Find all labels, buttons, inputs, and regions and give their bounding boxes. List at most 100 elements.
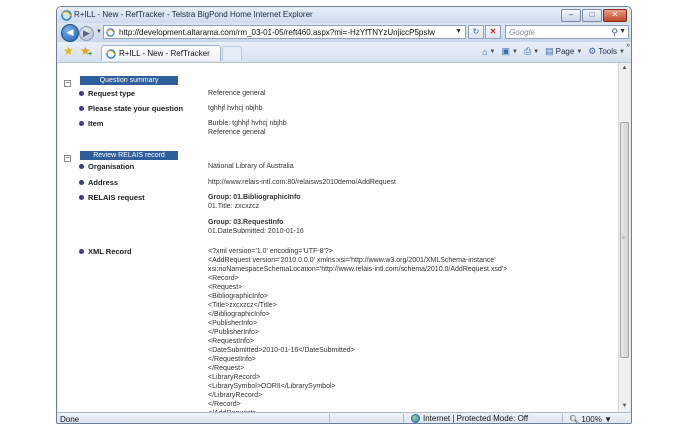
xml-line: <LibraryRecord>: [208, 374, 261, 381]
xml-line: </Request>: [208, 365, 245, 372]
search-box[interactable]: Google ⚲ ▼: [505, 25, 629, 39]
xml-line: </Record>: [208, 401, 241, 408]
globe-icon: [411, 414, 420, 423]
maximize-button[interactable]: □: [582, 9, 602, 22]
gear-icon: ⚙: [588, 46, 597, 56]
group-line: 01.Title: zxcxzcz: [208, 203, 260, 210]
tools-menu-label: Tools: [598, 47, 618, 56]
feeds-icon: ▣: [501, 46, 511, 56]
row-value: tghhjf hvhcj nbjhb: [208, 105, 263, 112]
xml-line: <?xml version='1.0' encoding='UTF-8'?>: [208, 248, 333, 255]
row-value: Burble: tghhjf hvhcj nbjhb Reference gen…: [208, 119, 287, 137]
xml-line-wrap: xsi:noNamespaceSchemaLocation='http://ww…: [208, 266, 508, 273]
bullet-icon: [79, 164, 84, 169]
chevron-more-icon[interactable]: »: [626, 42, 630, 49]
xml-line: </BibliographicInfo>: [208, 311, 270, 318]
status-text: Done: [60, 415, 80, 424]
favorites-bar: ★ ★ + R+ILL - New - RefTracker ⌂ ▼ ▣ ▼ ⎙ ▼ ▤…: [57, 42, 631, 63]
scroll-up-arrow-icon[interactable]: ▲: [619, 63, 630, 74]
relais-group: Group: 03.RequestInfo 01.DateSubmitted: …: [208, 218, 304, 236]
zoom-level[interactable]: 🔍︎ 100% ▼: [569, 415, 612, 424]
xml-line: </PublisherInfo>: [208, 329, 259, 336]
row-label: XML Record: [88, 247, 132, 256]
address-bar[interactable]: http://development.altarama.com/rm_03-01…: [103, 25, 466, 39]
section-header: Question summary: [80, 76, 178, 85]
scroll-down-arrow-icon[interactable]: ▼: [619, 401, 630, 412]
feeds-button[interactable]: ▣ ▼: [502, 46, 518, 57]
new-tab-button[interactable]: [222, 46, 242, 60]
back-button[interactable]: ◀: [61, 24, 79, 42]
tab-label: R+ILL - New - RefTracker: [119, 49, 210, 58]
xml-line: <Record>: [208, 275, 239, 282]
scroll-thumb[interactable]: ≡: [620, 122, 629, 358]
group-line: 01.DateSubmitted: 2010-01-16: [208, 228, 304, 235]
xml-line: </RequestInfo>: [208, 356, 256, 363]
history-dropdown-icon[interactable]: ▼: [96, 29, 102, 35]
title-bar: R+ILL - New - RefTracker - Telstra BigPo…: [57, 7, 631, 23]
xml-line: </LibraryRecord>: [208, 392, 263, 399]
print-button[interactable]: ⎙ ▼: [524, 46, 539, 57]
zoom-value: 100%: [581, 415, 602, 424]
collapse-toggle[interactable]: −: [64, 80, 71, 87]
forward-button[interactable]: ▶: [79, 26, 94, 41]
home-button[interactable]: ⌂ ▼: [482, 46, 495, 57]
refresh-button[interactable]: ↻: [468, 25, 484, 39]
tab-reftracker[interactable]: R+ILL - New - RefTracker: [101, 45, 221, 61]
row-value: Group: 01.BibliographicInfo 01.Title: zx…: [208, 193, 304, 243]
row-value: Reference general: [208, 90, 266, 97]
xml-line: <AddRequest version='2010.0.0.0' xmlns:x…: [208, 257, 496, 264]
search-placeholder: Google: [509, 28, 535, 37]
tab-ie-icon: [106, 49, 116, 59]
home-icon: ⌂: [482, 46, 488, 57]
xml-line: <PublisherInfo>: [208, 320, 258, 327]
bullet-icon: [79, 106, 84, 111]
item-line: Burble: tghhjf hvhcj nbjhb: [208, 120, 287, 127]
page-content: − Question summary Request type Referenc…: [58, 63, 619, 412]
vertical-scrollbar[interactable]: ▲ ≡ ▼: [618, 63, 630, 412]
zoom-icon: 🔍︎: [569, 415, 580, 424]
address-url: http://development.altarama.com/rm_03-01…: [119, 28, 435, 37]
status-bar: Done Internet | Protected Mode: Off 🔍︎ 1…: [57, 412, 631, 424]
tools-menu[interactable]: ⚙ Tools ▼: [588, 46, 625, 57]
row-label: Organisation: [88, 162, 135, 171]
browser-window: R+ILL - New - RefTracker - Telstra BigPo…: [56, 6, 632, 424]
zone-label: Internet | Protected Mode: Off: [423, 414, 529, 423]
page-menu-label: Page: [555, 47, 575, 56]
group-title: Group: 03.RequestInfo: [208, 219, 284, 226]
xml-record-text: <?xml version='1.0' encoding='UTF-8'?> <A…: [208, 247, 507, 412]
stop-button[interactable]: ✕: [485, 25, 501, 39]
row-value: http://www.relais-intl.com:80/relaisws20…: [208, 179, 396, 186]
row-label: RELAIS request: [88, 193, 145, 202]
search-dropdown-icon[interactable]: ▼: [619, 28, 626, 35]
internet-explorer-icon: [61, 10, 72, 21]
row-label: Item: [88, 119, 104, 128]
row-value: National Library of Australia: [208, 163, 294, 170]
security-zone[interactable]: Internet | Protected Mode: Off: [411, 414, 528, 423]
bullet-icon: [79, 91, 84, 96]
xml-line: <LibrarySymbol>OORII</LibrarySymbol>: [208, 383, 336, 390]
print-icon: ⎙: [523, 46, 532, 56]
xml-line: <BibliographicInfo>: [208, 293, 268, 300]
relais-group: Group: 01.BibliographicInfo 01.Title: zx…: [208, 193, 304, 211]
minimize-button[interactable]: –: [561, 9, 581, 22]
collapse-toggle[interactable]: −: [64, 155, 71, 162]
address-dropdown-icon[interactable]: ▼: [455, 28, 462, 35]
page-icon: [106, 28, 115, 37]
page-menu[interactable]: ▤ Page ▼: [545, 46, 582, 57]
xml-line: <Title>zxcxzcz</Title>: [208, 302, 277, 309]
xml-line: <RequestInfo>: [208, 338, 254, 345]
favorites-star-icon[interactable]: ★: [63, 45, 74, 57]
bullet-icon: [79, 180, 84, 185]
xml-line: <Request>: [208, 284, 243, 291]
row-label: Please state your question: [88, 104, 184, 113]
bullet-icon: [79, 195, 84, 200]
bullet-icon: [79, 249, 84, 254]
navigation-bar: ◀ ▶ ▼ http://development.altarama.com/rm…: [57, 23, 631, 42]
row-label: Address: [88, 178, 119, 187]
window-title: R+ILL - New - RefTracker - Telstra BigPo…: [74, 10, 313, 19]
xml-line: <DateSubmitted>2010-01-16</DateSubmitted…: [208, 347, 355, 354]
close-button[interactable]: ✕: [603, 9, 627, 22]
search-icon[interactable]: ⚲: [611, 27, 618, 38]
page-icon: ▤: [545, 46, 554, 56]
add-favorites-icon[interactable]: ★ +: [80, 45, 92, 58]
